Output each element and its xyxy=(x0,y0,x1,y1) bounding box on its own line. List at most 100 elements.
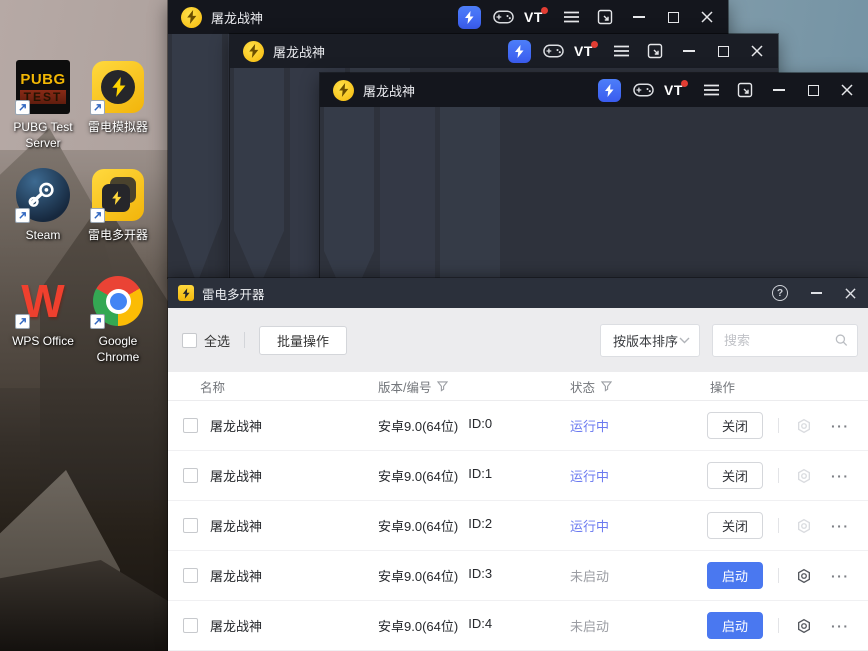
search-box[interactable] xyxy=(712,323,858,357)
instance-id: ID:0 xyxy=(468,416,493,431)
maximize-button[interactable] xyxy=(706,34,740,68)
window-title: 屠龙战神 xyxy=(211,10,264,26)
vt-indicator[interactable]: VT xyxy=(660,73,694,107)
manager-logo-icon xyxy=(178,285,194,301)
wps-icon: W xyxy=(15,274,70,329)
status-badge: 运行中 xyxy=(570,419,610,434)
gamepad-icon[interactable] xyxy=(486,0,520,34)
close-button[interactable] xyxy=(845,287,856,299)
desktop-icon-label: WPS Office xyxy=(12,334,74,348)
table-row: 屠龙战神 安卓9.0(64位) ID:3 未启动 启动 ··· xyxy=(168,551,868,601)
steam-icon xyxy=(15,168,70,223)
instance-version: 安卓9.0(64位) xyxy=(378,619,459,634)
boost-icon[interactable] xyxy=(592,73,626,107)
instance-version: 安卓9.0(64位) xyxy=(378,419,459,434)
search-input[interactable] xyxy=(724,332,836,348)
emulator-window-3: 屠龙战神 VT xyxy=(320,73,868,278)
batch-operations-button[interactable]: 批量操作 xyxy=(259,325,348,355)
maximize-button[interactable] xyxy=(656,0,690,34)
minimize-button[interactable] xyxy=(622,0,656,34)
desktop-icon-steam[interactable]: Steam xyxy=(5,168,81,243)
desktop-icon-ld-multiplayer[interactable]: 雷电多开器 xyxy=(80,168,156,243)
stop-button[interactable]: 关闭 xyxy=(707,462,763,489)
more-menu-icon[interactable]: ··· xyxy=(831,618,850,634)
maximize-button[interactable] xyxy=(796,73,830,107)
more-menu-icon[interactable]: ··· xyxy=(831,568,850,584)
emulator-viewport xyxy=(320,107,868,278)
ldplayer-icon xyxy=(90,60,145,115)
desktop-icon-ldplayer[interactable]: 雷电模拟器 xyxy=(80,60,156,135)
instance-id: ID:2 xyxy=(468,516,493,531)
desktop-icon-google-chrome[interactable]: Google Chrome xyxy=(80,274,156,365)
filter-icon[interactable] xyxy=(437,380,449,392)
boost-icon[interactable] xyxy=(502,34,536,68)
help-icon[interactable]: ? xyxy=(772,285,788,301)
settings-gear-icon[interactable] xyxy=(796,568,812,584)
row-checkbox[interactable] xyxy=(183,568,198,583)
vt-indicator[interactable]: VT xyxy=(520,0,554,34)
gamepad-icon[interactable] xyxy=(536,34,570,68)
manager-titlebar[interactable]: 雷电多开器 ? xyxy=(168,278,868,308)
row-checkbox[interactable] xyxy=(183,618,198,633)
settings-gear-icon[interactable] xyxy=(796,618,812,634)
stop-button[interactable]: 关闭 xyxy=(707,412,763,439)
desktop-icon-wps-office[interactable]: W WPS Office xyxy=(5,274,81,349)
instance-version: 安卓9.0(64位) xyxy=(378,469,459,484)
desktop-icon-label: Steam xyxy=(25,228,61,242)
close-button[interactable] xyxy=(740,34,774,68)
start-button[interactable]: 启动 xyxy=(707,562,763,589)
menu-icon[interactable] xyxy=(554,0,588,34)
select-all-checkbox[interactable] xyxy=(182,332,197,348)
emulator-titlebar[interactable]: 屠龙战神 VT xyxy=(230,34,778,68)
status-badge: 运行中 xyxy=(570,519,610,534)
filter-icon[interactable] xyxy=(601,380,613,392)
minimize-button[interactable] xyxy=(762,73,796,107)
resize-icon[interactable] xyxy=(638,34,672,68)
more-menu-icon[interactable]: ··· xyxy=(831,518,850,534)
shortcut-arrow-icon xyxy=(15,208,30,223)
row-divider xyxy=(778,618,779,633)
search-icon xyxy=(836,334,848,346)
notification-dot xyxy=(540,6,548,14)
row-divider xyxy=(778,468,779,483)
row-checkbox[interactable] xyxy=(183,468,198,483)
menu-icon[interactable] xyxy=(604,34,638,68)
vt-indicator[interactable]: VT xyxy=(570,34,604,68)
instance-version: 安卓9.0(64位) xyxy=(378,519,459,534)
close-button[interactable] xyxy=(830,73,864,107)
menu-icon[interactable] xyxy=(694,73,728,107)
stop-button[interactable]: 关闭 xyxy=(707,512,763,539)
settings-gear-icon[interactable] xyxy=(796,518,812,534)
resize-icon[interactable] xyxy=(588,0,622,34)
start-button[interactable]: 启动 xyxy=(707,612,763,639)
manager-title: 雷电多开器 xyxy=(202,287,265,302)
resize-icon[interactable] xyxy=(728,73,762,107)
minimize-button[interactable] xyxy=(672,34,706,68)
settings-gear-icon[interactable] xyxy=(796,418,812,434)
instance-name: 屠龙战神 xyxy=(210,569,263,584)
desktop-icon-label: Google Chrome xyxy=(96,334,140,365)
instance-id: ID:3 xyxy=(468,566,493,581)
emulator-titlebar[interactable]: 屠龙战神 VT xyxy=(320,73,868,107)
minimize-button[interactable] xyxy=(811,292,822,294)
instance-name: 屠龙战神 xyxy=(210,519,263,534)
more-menu-icon[interactable]: ··· xyxy=(831,468,850,484)
emulator-titlebar[interactable]: 屠龙战神 VT xyxy=(168,0,728,34)
table-row: 屠龙战神 安卓9.0(64位) ID:4 未启动 启动 ··· xyxy=(168,601,868,651)
gamepad-icon[interactable] xyxy=(626,73,660,107)
close-button[interactable] xyxy=(690,0,724,34)
header-version: 版本/编号 xyxy=(378,380,432,395)
sort-dropdown[interactable]: 按版本排序 xyxy=(600,323,700,357)
row-divider xyxy=(778,568,779,583)
boost-icon[interactable] xyxy=(452,0,486,34)
header-actions: 操作 xyxy=(710,380,736,395)
manager-toolbar: 全选 批量操作 按版本排序 xyxy=(168,308,868,372)
row-checkbox[interactable] xyxy=(183,418,198,433)
row-checkbox[interactable] xyxy=(183,518,198,533)
settings-gear-icon[interactable] xyxy=(796,468,812,484)
chrome-icon xyxy=(90,274,145,329)
desktop-icon-pubg-test-server[interactable]: PUBG TEST PUBG Test Server xyxy=(5,60,81,151)
status-badge: 运行中 xyxy=(570,469,610,484)
header-name: 名称 xyxy=(200,380,226,395)
more-menu-icon[interactable]: ··· xyxy=(831,418,850,434)
